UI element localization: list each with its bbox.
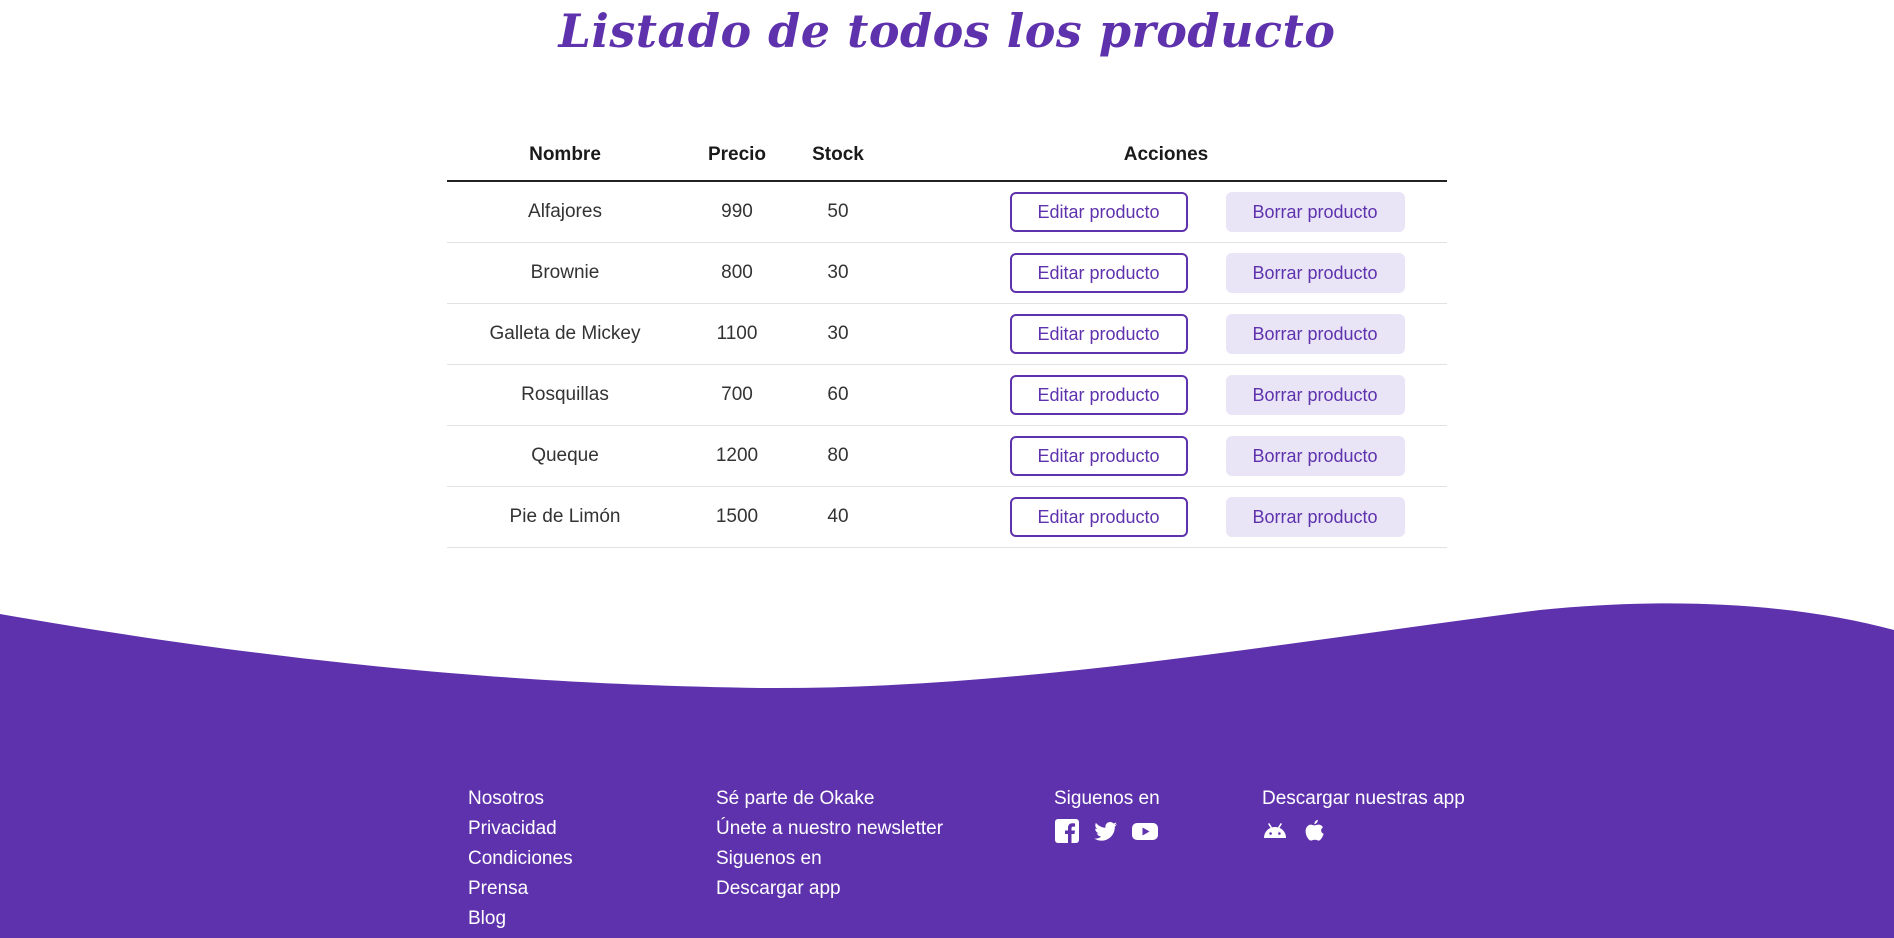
edit-product-button[interactable]: Editar producto	[1009, 314, 1188, 354]
social-icons	[1054, 818, 1160, 844]
table-row: Queque 1200 80 Editar producto Borrar pro…	[447, 425, 1447, 487]
apple-icon[interactable]	[1301, 818, 1327, 844]
delete-product-button[interactable]: Borrar producto	[1225, 375, 1405, 415]
product-name: Queque	[447, 425, 683, 487]
social-heading: Siguenos en	[1054, 788, 1160, 809]
delete-product-button[interactable]: Borrar producto	[1225, 436, 1405, 476]
edit-product-button[interactable]: Editar producto	[1009, 436, 1188, 476]
product-name: Alfajores	[447, 181, 683, 243]
footer-link-nosotros[interactable]: Nosotros	[468, 784, 573, 814]
delete-product-button[interactable]: Borrar producto	[1225, 314, 1405, 354]
footer-link-join[interactable]: Sé parte de Okake	[716, 784, 943, 814]
page-title: Listado de todos los producto	[558, 4, 1336, 58]
product-stock: 50	[791, 181, 885, 243]
app-heading: Descargar nuestras app	[1262, 788, 1465, 809]
footer-link-download-app[interactable]: Descargar app	[716, 874, 943, 904]
row-actions: Editar producto Borrar producto	[885, 364, 1447, 426]
product-stock: 30	[791, 242, 885, 304]
row-actions: Editar producto Borrar producto	[885, 242, 1447, 304]
edit-product-button[interactable]: Editar producto	[1009, 253, 1188, 293]
android-icon[interactable]	[1262, 818, 1288, 844]
table-row: Galleta de Mickey 1100 30 Editar product…	[447, 303, 1447, 365]
product-stock: 60	[791, 364, 885, 426]
delete-product-button[interactable]: Borrar producto	[1225, 497, 1405, 537]
table-header-row: Nombre Precio Stock Acciones	[447, 130, 1447, 182]
delete-product-button[interactable]: Borrar producto	[1225, 192, 1405, 232]
app-icons	[1262, 818, 1465, 844]
footer-wave-background	[0, 603, 1894, 938]
table-row: Brownie 800 30 Editar producto Borrar pro…	[447, 242, 1447, 304]
row-actions: Editar producto Borrar producto	[885, 425, 1447, 487]
facebook-icon[interactable]	[1054, 818, 1080, 844]
header-price: Precio	[683, 130, 791, 182]
edit-product-button[interactable]: Editar producto	[1009, 497, 1188, 537]
page: Listado de todos los producto Nombre Pre…	[0, 0, 1894, 938]
products-table: Nombre Precio Stock Acciones Alfajores 9…	[447, 130, 1447, 548]
product-stock: 30	[791, 303, 885, 365]
table-row: Alfajores 990 50 Editar producto Borrar p…	[447, 181, 1447, 243]
footer-link-follow[interactable]: Siguenos en	[716, 844, 943, 874]
product-stock: 40	[791, 486, 885, 548]
youtube-icon[interactable]	[1132, 818, 1158, 844]
edit-product-button[interactable]: Editar producto	[1009, 375, 1188, 415]
product-price: 990	[683, 181, 791, 243]
table-row: Rosquillas 700 60 Editar producto Borrar …	[447, 364, 1447, 426]
footer-column-social: Siguenos en	[1054, 784, 1160, 844]
product-name: Rosquillas	[447, 364, 683, 426]
footer-column-community: Sé parte de Okake Únete a nuestro newsle…	[716, 784, 943, 904]
header-actions: Acciones	[885, 130, 1447, 182]
product-price: 700	[683, 364, 791, 426]
footer-column-apps: Descargar nuestras app	[1262, 784, 1465, 844]
footer-link-prensa[interactable]: Prensa	[468, 874, 573, 904]
delete-product-button[interactable]: Borrar producto	[1225, 253, 1405, 293]
header-stock: Stock	[791, 130, 885, 182]
row-actions: Editar producto Borrar producto	[885, 181, 1447, 243]
edit-product-button[interactable]: Editar producto	[1009, 192, 1188, 232]
product-price: 800	[683, 242, 791, 304]
table-row: Pie de Limón 1500 40 Editar producto Borr…	[447, 486, 1447, 548]
product-stock: 80	[791, 425, 885, 487]
product-name: Galleta de Mickey	[447, 303, 683, 365]
row-actions: Editar producto Borrar producto	[885, 303, 1447, 365]
twitter-icon[interactable]	[1093, 818, 1119, 844]
header-name: Nombre	[447, 130, 683, 182]
footer-link-condiciones[interactable]: Condiciones	[468, 844, 573, 874]
product-price: 1100	[683, 303, 791, 365]
row-actions: Editar producto Borrar producto	[885, 486, 1447, 548]
product-price: 1500	[683, 486, 791, 548]
footer-link-privacidad[interactable]: Privacidad	[468, 814, 573, 844]
footer-link-newsletter[interactable]: Únete a nuestro newsletter	[716, 814, 943, 844]
footer-column-company: Nosotros Privacidad Condiciones Prensa B…	[468, 784, 573, 934]
product-name: Brownie	[447, 242, 683, 304]
product-price: 1200	[683, 425, 791, 487]
product-name: Pie de Limón	[447, 486, 683, 548]
footer-link-blog[interactable]: Blog	[468, 904, 573, 934]
